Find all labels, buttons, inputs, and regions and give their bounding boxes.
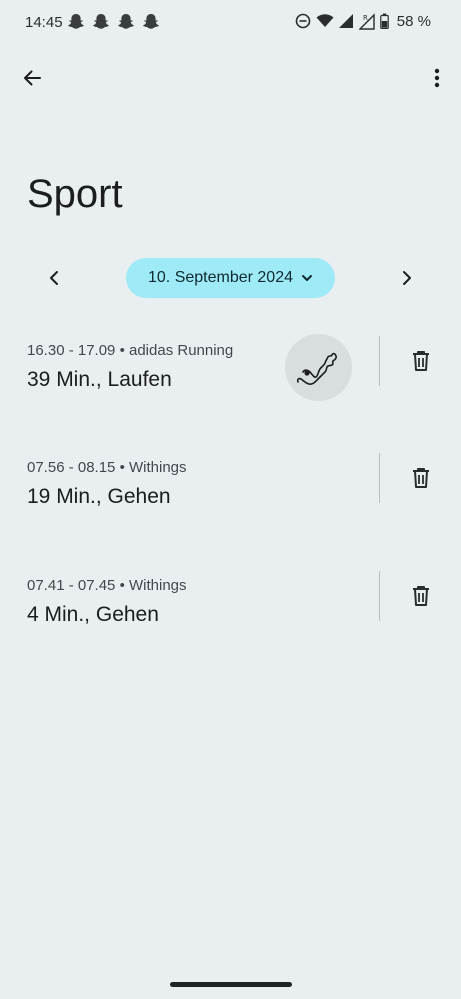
signal-icon bbox=[338, 14, 353, 28]
activity-meta: 07.56 - 08.15 • Withings bbox=[27, 459, 187, 476]
do-not-disturb-icon bbox=[295, 13, 311, 29]
next-day-button[interactable] bbox=[389, 260, 425, 296]
activity-title: 39 Min., Laufen bbox=[27, 368, 172, 391]
battery-percentage: 58 % bbox=[396, 12, 431, 30]
delete-button[interactable] bbox=[404, 344, 438, 378]
delete-button[interactable] bbox=[404, 461, 438, 495]
notification-icons bbox=[68, 13, 159, 31]
date-label: 10. September 2024 bbox=[148, 269, 293, 286]
snapchat-icon bbox=[68, 14, 84, 29]
activity-item[interactable]: 16.30 - 17.09 • adidas Running 39 Min., … bbox=[0, 334, 461, 442]
page-title: Sport bbox=[27, 172, 123, 216]
snapchat-icon bbox=[118, 14, 134, 29]
home-indicator[interactable] bbox=[170, 982, 292, 987]
divider bbox=[379, 336, 380, 386]
activity-item[interactable]: 07.56 - 08.15 • Withings 19 Min., Gehen bbox=[0, 453, 461, 559]
route-map-icon bbox=[296, 352, 337, 385]
chevron-left-icon bbox=[50, 271, 58, 285]
more-vertical-icon bbox=[434, 68, 440, 88]
date-selector[interactable]: 10. September 2024 bbox=[126, 258, 335, 298]
snapchat-icon bbox=[93, 14, 109, 29]
roaming-signal-icon: R bbox=[358, 13, 375, 30]
system-icons: R 58 % bbox=[295, 12, 431, 30]
delete-button[interactable] bbox=[404, 579, 438, 613]
route-map-thumbnail[interactable] bbox=[285, 334, 352, 401]
status-time: 14:45 bbox=[25, 14, 63, 31]
trash-icon bbox=[413, 351, 429, 371]
activity-title: 4 Min., Gehen bbox=[27, 603, 159, 626]
svg-text:R: R bbox=[363, 14, 368, 22]
trash-icon bbox=[413, 468, 429, 488]
more-options-button[interactable] bbox=[425, 60, 449, 96]
status-bar: 14:45 R 58 % bbox=[0, 0, 461, 46]
chevron-right-icon bbox=[403, 271, 411, 285]
wifi-icon bbox=[316, 14, 334, 27]
previous-day-button[interactable] bbox=[36, 260, 72, 296]
snapchat-icon bbox=[143, 14, 159, 29]
activity-meta: 16.30 - 17.09 • adidas Running bbox=[27, 342, 234, 359]
arrow-back-icon bbox=[24, 70, 41, 86]
screen: 14:45 R 58 % Sport 10. September 2024 16… bbox=[0, 0, 461, 999]
chevron-down-icon bbox=[302, 275, 312, 281]
battery-icon bbox=[379, 13, 389, 29]
trash-icon bbox=[413, 586, 429, 606]
back-button[interactable] bbox=[14, 60, 50, 96]
activity-meta: 07.41 - 07.45 • Withings bbox=[27, 577, 187, 594]
divider bbox=[379, 571, 380, 621]
activity-item[interactable]: 07.41 - 07.45 • Withings 4 Min., Gehen bbox=[0, 571, 461, 677]
activity-title: 19 Min., Gehen bbox=[27, 485, 171, 508]
divider bbox=[379, 453, 380, 503]
